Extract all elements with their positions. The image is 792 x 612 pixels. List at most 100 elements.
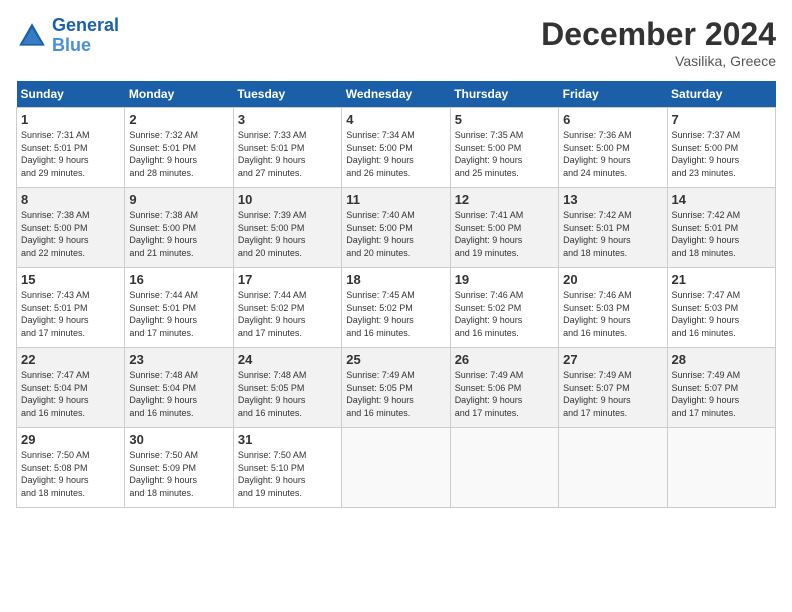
day-number: 26 <box>455 352 554 367</box>
day-number: 20 <box>563 272 662 287</box>
calendar-cell: 18Sunrise: 7:45 AM Sunset: 5:02 PM Dayli… <box>342 268 450 348</box>
day-number: 16 <box>129 272 228 287</box>
day-number: 31 <box>238 432 337 447</box>
calendar-week-row: 22 Sunrise: 7:47 AM Sunset: 5:04 PM Dayli… <box>17 348 776 428</box>
calendar-cell: 28 Sunrise: 7:49 AM Sunset: 5:07 PM Dayli… <box>667 348 775 428</box>
day-info: Sunrise: 7:48 AM Sunset: 5:04 PM Dayligh… <box>129 369 228 419</box>
calendar-cell: 26 Sunrise: 7:49 AM Sunset: 5:06 PM Dayli… <box>450 348 558 428</box>
calendar-body: 1Sunrise: 7:31 AM Sunset: 5:01 PM Daylig… <box>17 108 776 508</box>
day-info: Sunrise: 7:40 AM Sunset: 5:00 PM Dayligh… <box>346 209 445 259</box>
logo-icon <box>16 20 48 52</box>
day-info: Sunrise: 7:49 AM Sunset: 5:05 PM Dayligh… <box>346 369 445 419</box>
day-info: Sunrise: 7:42 AM Sunset: 5:01 PM Dayligh… <box>672 209 771 259</box>
calendar-cell: 2Sunrise: 7:32 AM Sunset: 5:01 PM Daylig… <box>125 108 233 188</box>
day-info: Sunrise: 7:49 AM Sunset: 5:06 PM Dayligh… <box>455 369 554 419</box>
title-block: December 2024 Vasilika, Greece <box>541 16 776 69</box>
weekday-header: Wednesday <box>342 81 450 108</box>
day-number: 6 <box>563 112 662 127</box>
weekday-header: Thursday <box>450 81 558 108</box>
calendar-week-row: 15 Sunrise: 7:43 AM Sunset: 5:01 PM Dayli… <box>17 268 776 348</box>
calendar-cell: 29 Sunrise: 7:50 AM Sunset: 5:08 PM Dayli… <box>17 428 125 508</box>
day-number: 11 <box>346 192 445 207</box>
day-number: 28 <box>672 352 771 367</box>
day-info: Sunrise: 7:46 AM Sunset: 5:03 PM Dayligh… <box>563 289 662 339</box>
weekday-header: Monday <box>125 81 233 108</box>
calendar-cell: 31 Sunrise: 7:50 AM Sunset: 5:10 PM Dayli… <box>233 428 341 508</box>
page-header: General Blue December 2024 Vasilika, Gre… <box>16 16 776 69</box>
day-info: Sunrise: 7:47 AM Sunset: 5:04 PM Dayligh… <box>21 369 120 419</box>
day-number: 30 <box>129 432 228 447</box>
calendar-cell: 13 Sunrise: 7:42 AM Sunset: 5:01 PM Dayli… <box>559 188 667 268</box>
day-number: 2 <box>129 112 228 127</box>
calendar-cell: 9 Sunrise: 7:38 AM Sunset: 5:00 PM Daylig… <box>125 188 233 268</box>
day-info: Sunrise: 7:48 AM Sunset: 5:05 PM Dayligh… <box>238 369 337 419</box>
calendar-cell <box>450 428 558 508</box>
calendar-cell: 30 Sunrise: 7:50 AM Sunset: 5:09 PM Dayli… <box>125 428 233 508</box>
day-info: Sunrise: 7:33 AM Sunset: 5:01 PM Dayligh… <box>238 129 337 179</box>
day-info: Sunrise: 7:42 AM Sunset: 5:01 PM Dayligh… <box>563 209 662 259</box>
day-number: 8 <box>21 192 120 207</box>
calendar-cell: 4 Sunrise: 7:34 AM Sunset: 5:00 PM Daylig… <box>342 108 450 188</box>
weekday-header: Saturday <box>667 81 775 108</box>
calendar-header-row: SundayMondayTuesdayWednesdayThursdayFrid… <box>17 81 776 108</box>
day-number: 7 <box>672 112 771 127</box>
calendar-cell: 3 Sunrise: 7:33 AM Sunset: 5:01 PM Daylig… <box>233 108 341 188</box>
calendar-week-row: 8 Sunrise: 7:38 AM Sunset: 5:00 PM Daylig… <box>17 188 776 268</box>
day-info: Sunrise: 7:50 AM Sunset: 5:10 PM Dayligh… <box>238 449 337 499</box>
logo: General Blue <box>16 16 119 56</box>
day-number: 3 <box>238 112 337 127</box>
day-number: 9 <box>129 192 228 207</box>
day-number: 23 <box>129 352 228 367</box>
calendar-cell: 25 Sunrise: 7:49 AM Sunset: 5:05 PM Dayli… <box>342 348 450 428</box>
day-info: Sunrise: 7:49 AM Sunset: 5:07 PM Dayligh… <box>672 369 771 419</box>
day-info: Sunrise: 7:38 AM Sunset: 5:00 PM Dayligh… <box>21 209 120 259</box>
calendar-cell: 22 Sunrise: 7:47 AM Sunset: 5:04 PM Dayli… <box>17 348 125 428</box>
day-number: 5 <box>455 112 554 127</box>
day-info: Sunrise: 7:37 AM Sunset: 5:00 PM Dayligh… <box>672 129 771 179</box>
calendar-table: SundayMondayTuesdayWednesdayThursdayFrid… <box>16 81 776 508</box>
calendar-cell: 15 Sunrise: 7:43 AM Sunset: 5:01 PM Dayli… <box>17 268 125 348</box>
calendar-cell: 10Sunrise: 7:39 AM Sunset: 5:00 PM Dayli… <box>233 188 341 268</box>
weekday-header: Tuesday <box>233 81 341 108</box>
day-number: 17 <box>238 272 337 287</box>
day-number: 27 <box>563 352 662 367</box>
day-number: 15 <box>21 272 120 287</box>
month-title: December 2024 <box>541 16 776 53</box>
day-number: 13 <box>563 192 662 207</box>
day-info: Sunrise: 7:43 AM Sunset: 5:01 PM Dayligh… <box>21 289 120 339</box>
day-number: 10 <box>238 192 337 207</box>
day-info: Sunrise: 7:35 AM Sunset: 5:00 PM Dayligh… <box>455 129 554 179</box>
day-number: 14 <box>672 192 771 207</box>
day-number: 21 <box>672 272 771 287</box>
day-info: Sunrise: 7:36 AM Sunset: 5:00 PM Dayligh… <box>563 129 662 179</box>
day-info: Sunrise: 7:38 AM Sunset: 5:00 PM Dayligh… <box>129 209 228 259</box>
day-info: Sunrise: 7:31 AM Sunset: 5:01 PM Dayligh… <box>21 129 120 179</box>
day-number: 22 <box>21 352 120 367</box>
day-number: 18 <box>346 272 445 287</box>
calendar-cell: 20 Sunrise: 7:46 AM Sunset: 5:03 PM Dayli… <box>559 268 667 348</box>
day-info: Sunrise: 7:34 AM Sunset: 5:00 PM Dayligh… <box>346 129 445 179</box>
calendar-cell <box>559 428 667 508</box>
calendar-cell: 23 Sunrise: 7:48 AM Sunset: 5:04 PM Dayli… <box>125 348 233 428</box>
calendar-cell <box>342 428 450 508</box>
day-info: Sunrise: 7:46 AM Sunset: 5:02 PM Dayligh… <box>455 289 554 339</box>
day-info: Sunrise: 7:44 AM Sunset: 5:02 PM Dayligh… <box>238 289 337 339</box>
day-number: 4 <box>346 112 445 127</box>
day-number: 29 <box>21 432 120 447</box>
calendar-cell: 24 Sunrise: 7:48 AM Sunset: 5:05 PM Dayli… <box>233 348 341 428</box>
day-number: 24 <box>238 352 337 367</box>
day-number: 25 <box>346 352 445 367</box>
calendar-cell: 21Sunrise: 7:47 AM Sunset: 5:03 PM Dayli… <box>667 268 775 348</box>
calendar-cell: 14 Sunrise: 7:42 AM Sunset: 5:01 PM Dayli… <box>667 188 775 268</box>
weekday-header: Sunday <box>17 81 125 108</box>
calendar-cell: 17 Sunrise: 7:44 AM Sunset: 5:02 PM Dayli… <box>233 268 341 348</box>
calendar-week-row: 1Sunrise: 7:31 AM Sunset: 5:01 PM Daylig… <box>17 108 776 188</box>
calendar-cell: 27Sunrise: 7:49 AM Sunset: 5:07 PM Dayli… <box>559 348 667 428</box>
weekday-header: Friday <box>559 81 667 108</box>
day-info: Sunrise: 7:50 AM Sunset: 5:09 PM Dayligh… <box>129 449 228 499</box>
day-info: Sunrise: 7:41 AM Sunset: 5:00 PM Dayligh… <box>455 209 554 259</box>
day-info: Sunrise: 7:44 AM Sunset: 5:01 PM Dayligh… <box>129 289 228 339</box>
day-info: Sunrise: 7:50 AM Sunset: 5:08 PM Dayligh… <box>21 449 120 499</box>
calendar-cell: 7 Sunrise: 7:37 AM Sunset: 5:00 PM Daylig… <box>667 108 775 188</box>
calendar-cell: 11 Sunrise: 7:40 AM Sunset: 5:00 PM Dayli… <box>342 188 450 268</box>
